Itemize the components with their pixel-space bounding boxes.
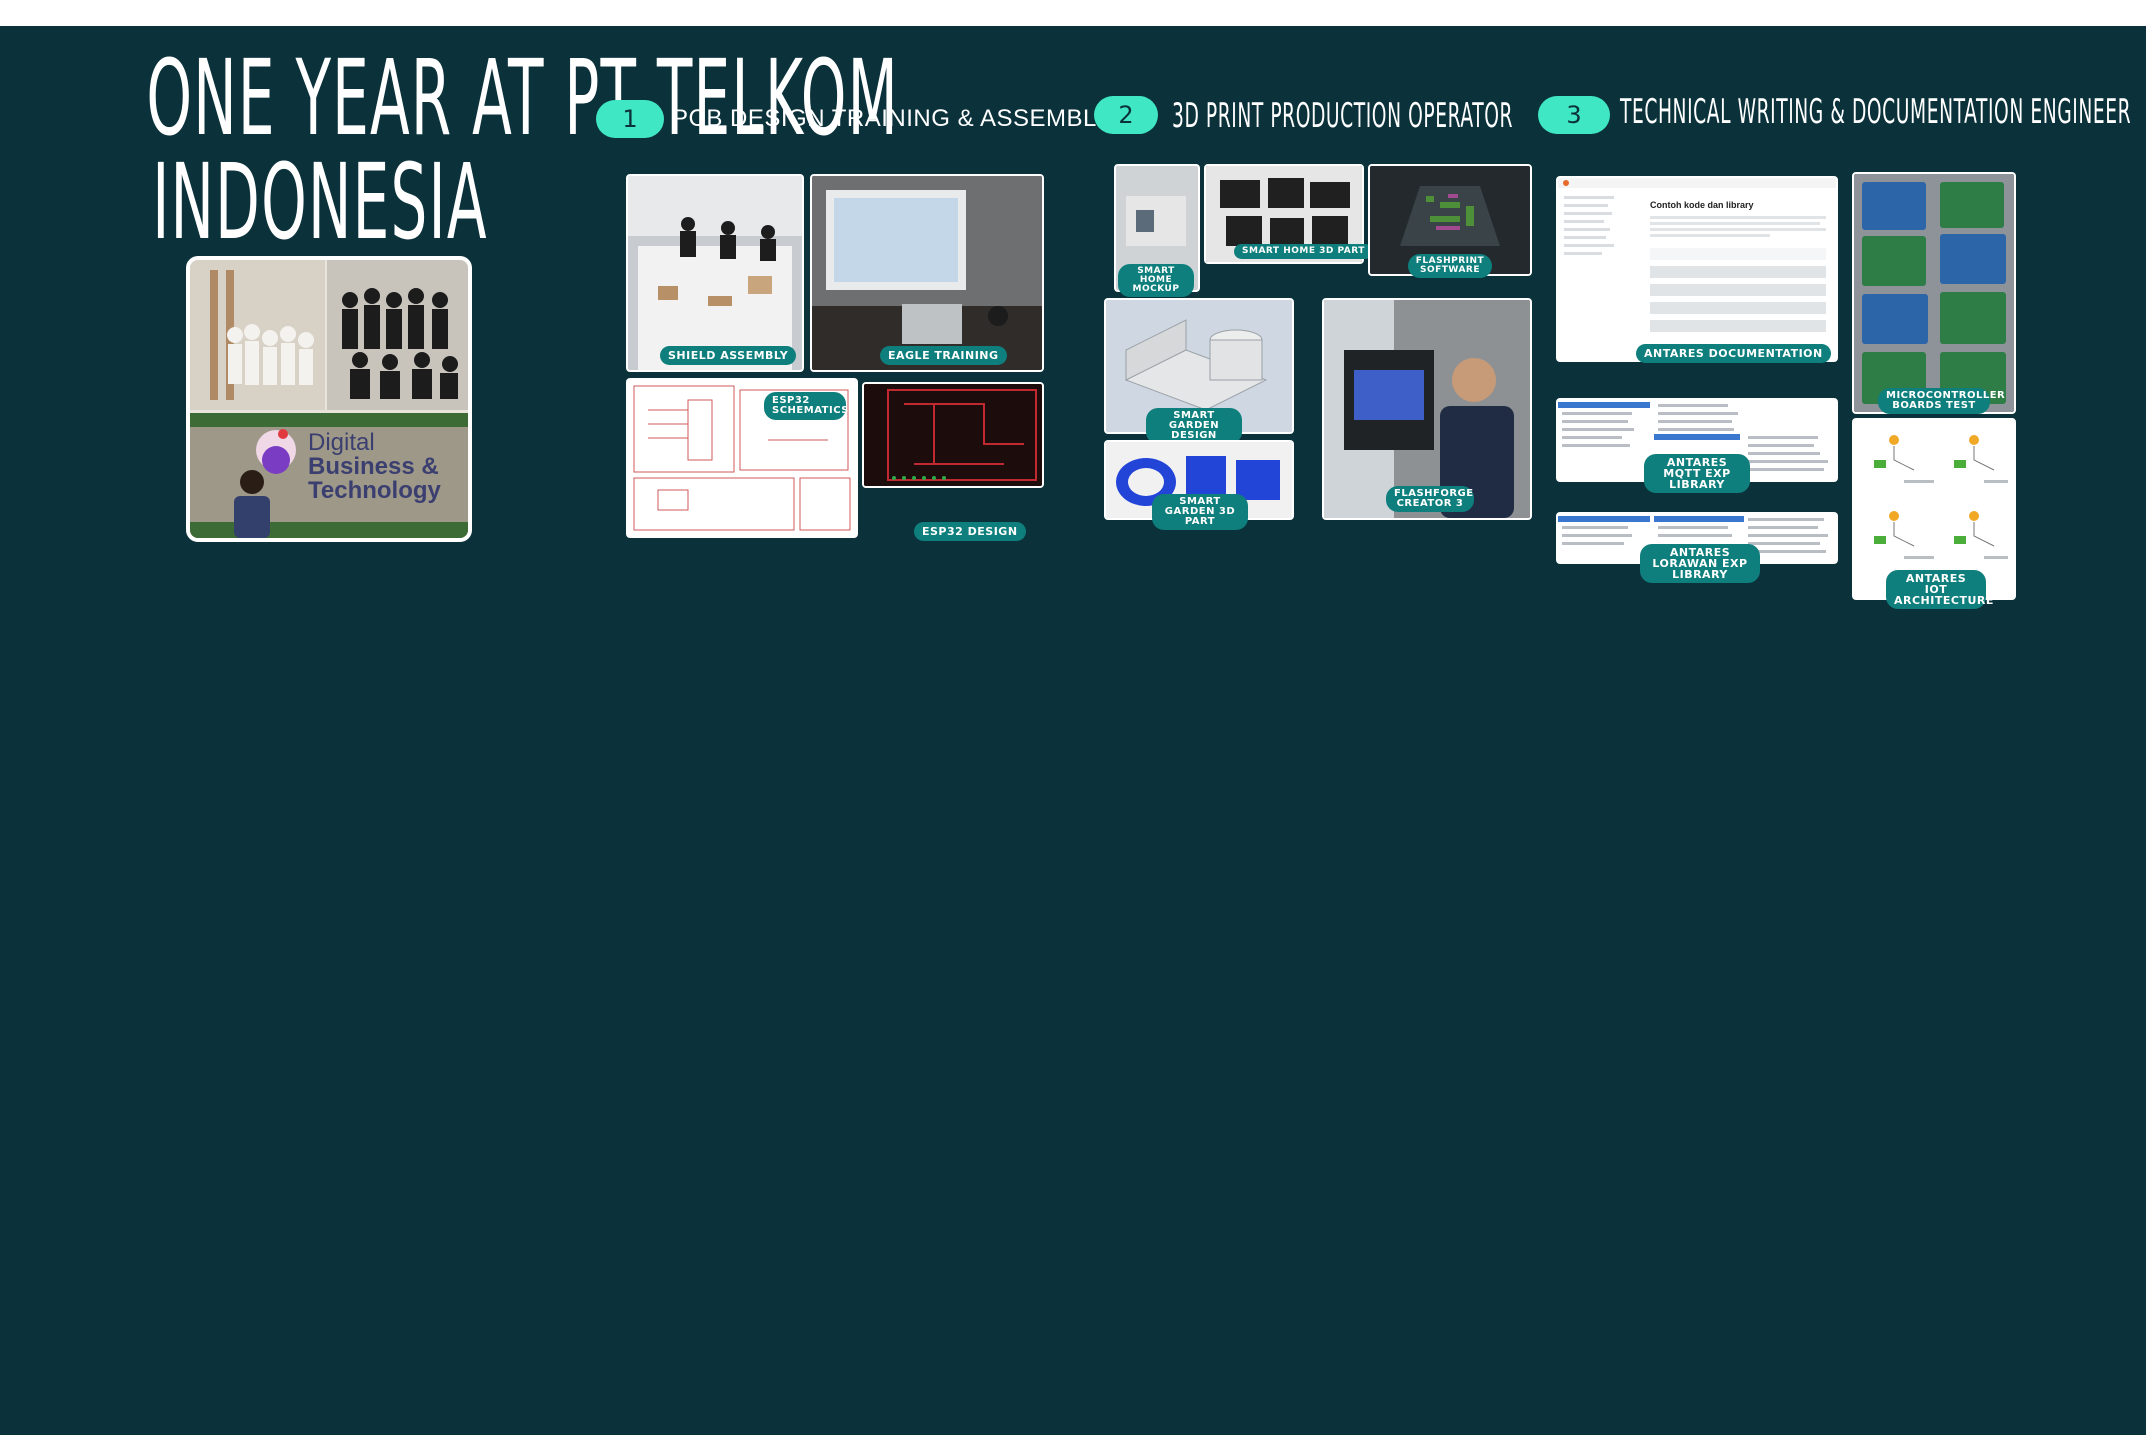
microcontroller-boards-photo bbox=[1852, 172, 2016, 414]
esp32-pcb-design-image bbox=[862, 382, 1044, 488]
antares-mqtt-label: ANTARES MQTT EXP LIBRARY bbox=[1644, 454, 1750, 493]
shield-assembly-label: SHIELD ASSEMBLY bbox=[660, 346, 797, 365]
page-title-line-1: ONE YEAR AT PT TELKOM bbox=[146, 37, 899, 159]
doc-heading: Contoh kode dan library bbox=[1650, 200, 1754, 210]
antares-lorawan-label: ANTARES LORAWAN EXP LIBRARY bbox=[1640, 544, 1760, 583]
section-2-title: 3D PRINT PRODUCTION OPERATOR bbox=[1172, 96, 1514, 136]
section-1-number-badge: 1 bbox=[596, 100, 664, 138]
flashprint-software-label: FLASHPRINT SOFTWARE bbox=[1408, 254, 1492, 278]
section-3-number-badge: 3 bbox=[1538, 96, 1610, 134]
smart-home-mockup-label: SMART HOME MOCKUP bbox=[1118, 264, 1194, 297]
team-photo: Digital Business & Technology bbox=[190, 260, 468, 538]
smart-garden-3d-part-label: SMART GARDEN 3D PART bbox=[1152, 494, 1248, 530]
sign-line-2: Business & bbox=[308, 453, 439, 480]
section-1-title: PCB DESIGN TRAINING & ASSEMBLY bbox=[672, 105, 1112, 132]
antares-documentation-screenshot: Contoh kode dan library bbox=[1556, 176, 1838, 362]
flashforge-creator-3-label: FLASHFORGE CREATOR 3 bbox=[1386, 486, 1474, 512]
antares-documentation-label: ANTARES DOCUMENTATION bbox=[1636, 344, 1831, 363]
eagle-training-photo bbox=[810, 174, 1044, 372]
microcontroller-boards-test-label: MICROCONTROLLER BOARDS TEST bbox=[1878, 388, 2005, 414]
slide-canvas: ONE YEAR AT PT TELKOM INDONESIA Digital … bbox=[0, 26, 2146, 1435]
esp32-design-label: ESP32 DESIGN bbox=[914, 522, 1026, 541]
page-title: ONE YEAR AT PT TELKOM INDONESIA bbox=[146, 37, 899, 263]
esp32-schematics-label: ESP32 SCHEMATICS bbox=[764, 392, 848, 420]
page-title-line-2: INDONESIA bbox=[152, 141, 488, 263]
antares-iot-architecture-label: ANTARES IOT ARCHITECTURE bbox=[1886, 570, 1993, 609]
team-photo-collage: Digital Business & Technology bbox=[186, 256, 472, 542]
sign-line-3: Technology bbox=[308, 477, 442, 504]
sign-line-1: Digital bbox=[308, 429, 375, 456]
section-3-title: TECHNICAL WRITING & DOCUMENTATION ENGINE… bbox=[1620, 92, 2132, 132]
smart-garden-design-label: SMART GARDEN DESIGN bbox=[1146, 408, 1242, 444]
section-2-number-badge: 2 bbox=[1094, 96, 1158, 134]
eagle-training-label: EAGLE TRAINING bbox=[880, 346, 1007, 365]
shield-assembly-photo bbox=[626, 174, 804, 372]
smart-home-3d-part-label: SMART HOME 3D PART bbox=[1234, 244, 1373, 259]
